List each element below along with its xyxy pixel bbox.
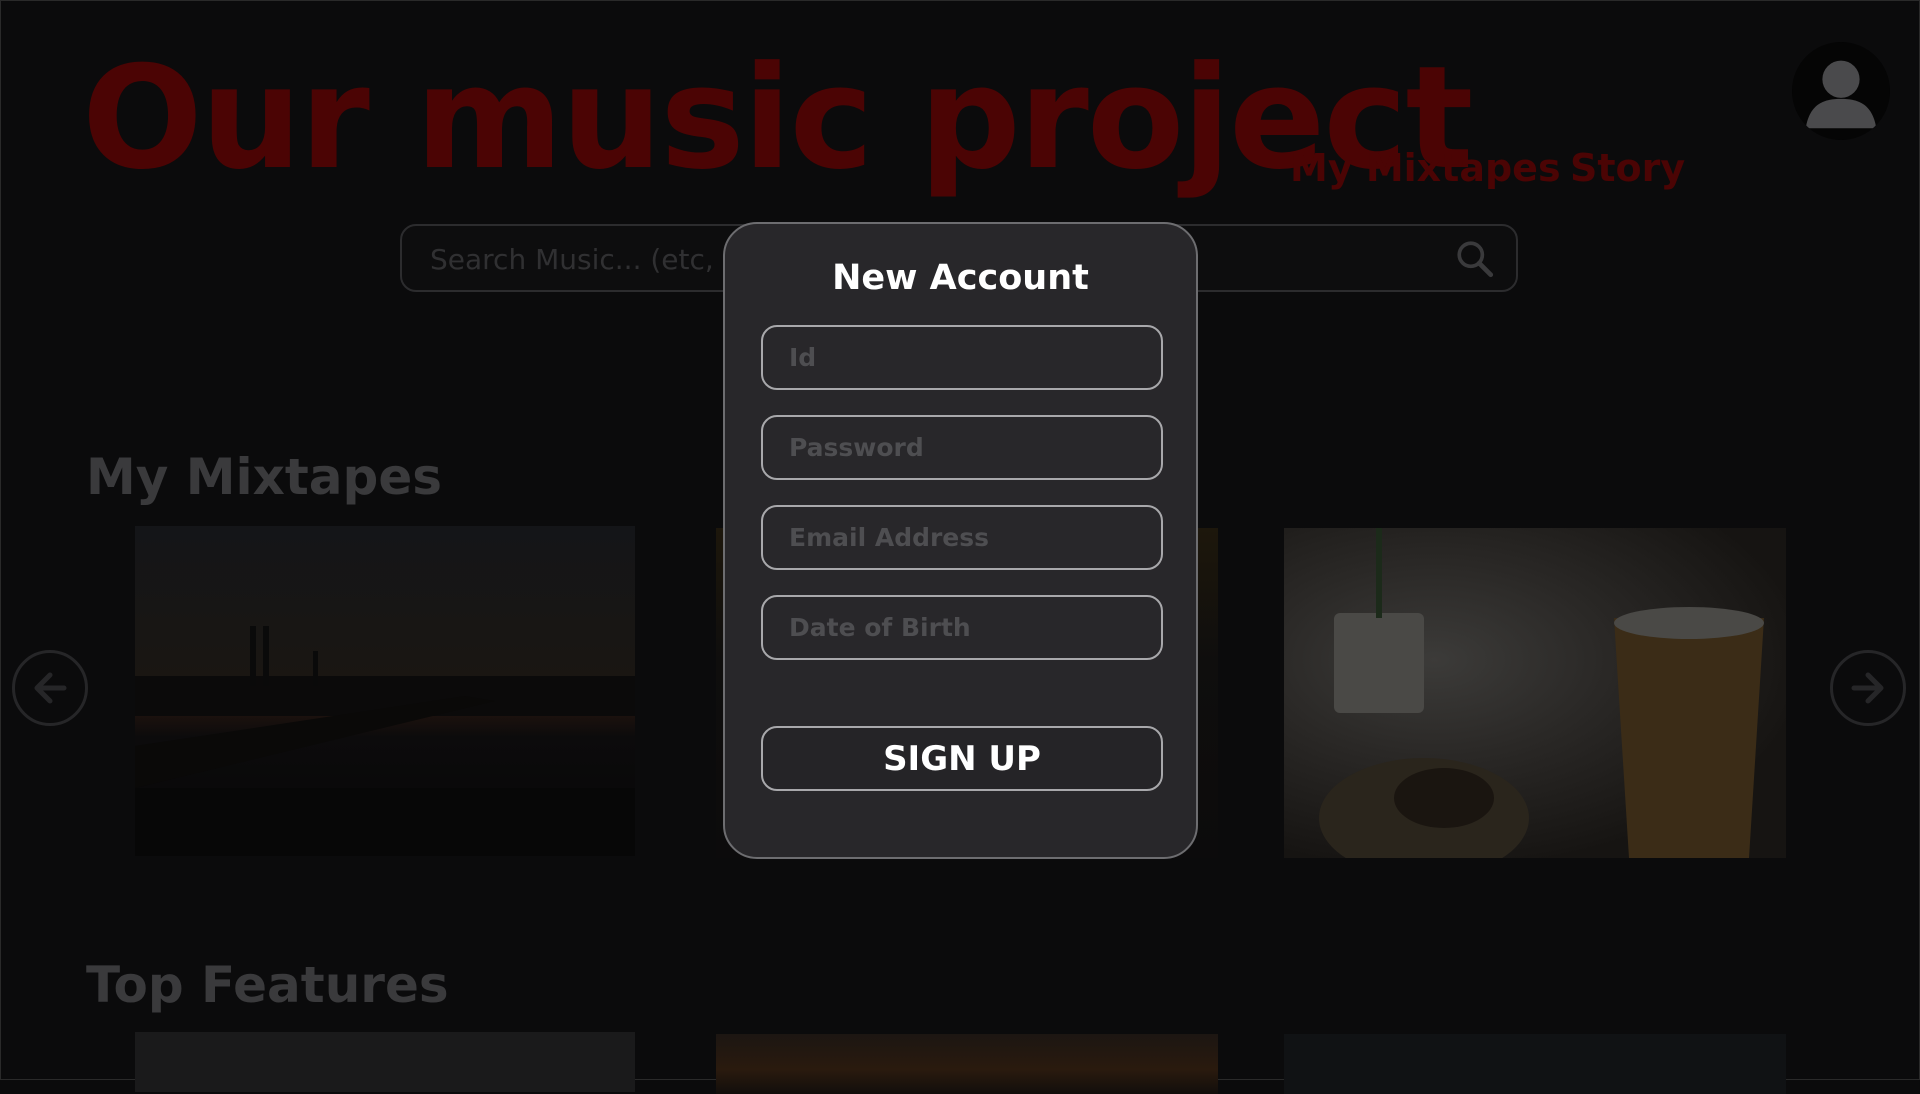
id-input[interactable] bbox=[763, 327, 1161, 388]
sign-up-button[interactable]: SIGN UP bbox=[761, 726, 1163, 791]
user-avatar-icon[interactable] bbox=[1792, 42, 1890, 140]
arrow-right-circle-icon bbox=[1851, 672, 1884, 704]
mixtape-tile-food-drinks[interactable] bbox=[1284, 528, 1786, 858]
feature-tile-1[interactable] bbox=[135, 1032, 635, 1092]
email-input[interactable] bbox=[763, 507, 1161, 568]
carousel-next-button[interactable] bbox=[1830, 650, 1906, 726]
feature-tile-3[interactable] bbox=[1284, 1034, 1786, 1094]
section-title-top-features: Top Features bbox=[86, 956, 449, 1014]
dob-field bbox=[761, 595, 1163, 660]
feature-tile-2[interactable] bbox=[716, 1034, 1218, 1094]
id-field bbox=[761, 325, 1163, 390]
new-account-modal: New Account SIGN UP bbox=[723, 222, 1198, 859]
search-icon[interactable] bbox=[1454, 238, 1496, 280]
site-title: Our music project bbox=[82, 36, 1473, 201]
nav-link-story[interactable]: Story bbox=[1570, 146, 1685, 190]
section-title-my-mixtapes: My Mixtapes bbox=[86, 448, 443, 506]
email-field bbox=[761, 505, 1163, 570]
dob-input[interactable] bbox=[763, 597, 1161, 658]
mixtape-tile-harbor-sunset[interactable] bbox=[135, 526, 635, 856]
arrow-left-circle-icon bbox=[34, 672, 67, 704]
nav-link-my-mixtapes[interactable]: My Mixtapes bbox=[1290, 146, 1561, 190]
password-field bbox=[761, 415, 1163, 480]
password-input[interactable] bbox=[763, 417, 1161, 478]
modal-title: New Account bbox=[832, 258, 1089, 298]
carousel-prev-button[interactable] bbox=[12, 650, 88, 726]
